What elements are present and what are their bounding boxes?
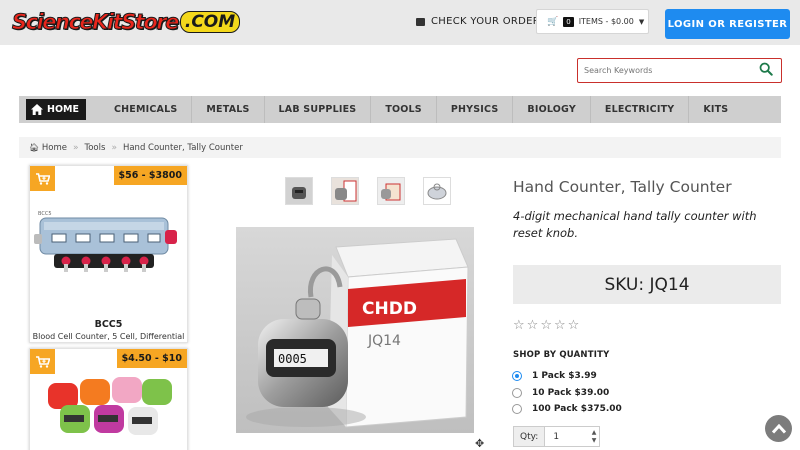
image-label: BCC5 (38, 211, 52, 217)
quantity-input[interactable]: 1 (545, 432, 589, 442)
quantity-spinner[interactable]: ▲ ▼ (589, 429, 599, 445)
search-input[interactable] (584, 66, 744, 75)
nav-item-chemicals[interactable]: CHEMICALS (100, 96, 193, 123)
product-subtitle: 4-digit mechanical hand tally counter wi… (513, 209, 757, 240)
rating-stars[interactable]: ☆ ☆ ☆ ☆ ☆ (513, 318, 579, 333)
cart-icon: 🛒 (547, 16, 559, 27)
breadcrumb-home-label: Home (41, 142, 67, 153)
breadcrumb-current: Hand Counter, Tally Counter (122, 142, 243, 153)
cart-label: ITEMS - $0.00 (578, 17, 634, 26)
add-to-cart-button[interactable] (30, 166, 55, 191)
logo-text: ScienceKitStore (12, 10, 180, 35)
product-card-description: Blood Cell Counter, 5 Cell, Differential (32, 332, 185, 341)
shop-by-quantity-heading: SHOP BY QUANTITY (513, 350, 610, 360)
quantity-stepper: Qty: 1 ▲ ▼ (513, 426, 600, 447)
breadcrumb-home[interactable]: 🏠︎ Home (29, 143, 67, 153)
star-icon[interactable]: ☆ (540, 318, 552, 333)
pack-option[interactable]: 10 Pack $39.00 (512, 388, 609, 398)
pack-option[interactable]: 100 Pack $375.00 (512, 404, 622, 414)
product-title: Hand Counter, Tally Counter (513, 178, 732, 196)
check-order-link[interactable]: CHECK YOUR ORDER (416, 16, 540, 27)
pack-option[interactable]: 1 Pack $3.99 (512, 371, 597, 381)
chevron-down-icon: ▼ (638, 17, 645, 26)
login-register-button[interactable]: LOGIN OR REGISTER (665, 9, 790, 39)
main-nav: HOME CHEMICALS METALS LAB SUPPLIES TOOLS… (19, 96, 781, 123)
cart-count-badge: 0 (563, 16, 574, 27)
nav-item-physics[interactable]: PHYSICS (437, 96, 514, 123)
chevron-up-icon (771, 423, 786, 434)
product-thumbnail[interactable] (377, 177, 405, 205)
cart-button[interactable]: 🛒 0 ITEMS - $0.00 ▼ (536, 9, 649, 34)
price-badge: $4.50 - $10 (116, 349, 187, 368)
breadcrumb-tools[interactable]: Tools (84, 143, 105, 153)
pack-option-radio[interactable] (512, 388, 522, 398)
nav-home[interactable]: HOME (26, 99, 86, 120)
counter-digits: 0005 (278, 352, 307, 366)
check-order-label: CHECK YOUR ORDER (431, 16, 541, 27)
box-brand-text: CHDD (362, 299, 417, 319)
search-icon[interactable] (759, 62, 773, 76)
nav-item-kits[interactable]: KITS (689, 96, 742, 123)
cart-plus-icon (35, 355, 50, 368)
pack-option-radio[interactable] (512, 371, 522, 381)
nav-item-tools[interactable]: TOOLS (371, 96, 437, 123)
breadcrumb-separator: » (72, 142, 79, 153)
nav-home-label: HOME (47, 104, 79, 115)
product-card-sku[interactable]: BCC5 (30, 319, 187, 330)
scroll-to-top-button[interactable] (765, 415, 792, 442)
star-icon[interactable]: ☆ (554, 318, 566, 333)
blood-cell-counter-image[interactable]: BCC5 (34, 206, 184, 280)
product-card[interactable]: $56 - $3800 BCC5 BCC5 Blood Cell Counter… (29, 165, 188, 343)
colored-tally-counters-image[interactable] (40, 371, 180, 450)
site-logo[interactable]: ScienceKitStore .COM (12, 9, 241, 35)
product-sku: SKU: JQ14 (513, 265, 781, 304)
pack-option-label: 1 Pack $3.99 (532, 371, 597, 381)
briefcase-icon (416, 17, 425, 26)
product-thumbnail[interactable] (331, 177, 359, 205)
search-bar (577, 58, 782, 83)
breadcrumb-separator: » (111, 142, 117, 153)
nav-item-electricity[interactable]: ELECTRICITY (591, 96, 690, 123)
main-product-image[interactable]: CHDD JQ14 0005 (236, 227, 474, 433)
nav-item-biology[interactable]: BIOLOGY (513, 96, 591, 123)
pack-option-radio[interactable] (512, 404, 522, 414)
cart-plus-icon (35, 172, 50, 185)
product-thumbnail[interactable] (285, 177, 313, 205)
star-icon[interactable]: ☆ (568, 318, 580, 333)
move-icon: ✥ (475, 437, 485, 450)
box-model-text: JQ14 (367, 333, 401, 349)
home-icon (31, 104, 43, 115)
pack-option-label: 100 Pack $375.00 (532, 404, 622, 414)
top-bar: ScienceKitStore .COM CHECK YOUR ORDER 🛒 … (0, 0, 800, 45)
quantity-label: Qty: (514, 427, 546, 446)
star-icon[interactable]: ☆ (513, 318, 525, 333)
logo-suffix: .COM (179, 11, 241, 33)
price-badge: $56 - $3800 (113, 166, 187, 185)
product-card[interactable]: $4.50 - $10 (29, 348, 188, 450)
nav-item-lab-supplies[interactable]: LAB SUPPLIES (265, 96, 372, 123)
star-icon[interactable]: ☆ (527, 318, 539, 333)
home-icon: 🏠︎ (29, 142, 40, 152)
pack-option-label: 10 Pack $39.00 (532, 388, 610, 398)
nav-item-metals[interactable]: METALS (192, 96, 265, 123)
product-thumbnail[interactable] (423, 177, 451, 205)
breadcrumb: 🏠︎ Home » Tools » Hand Counter, Tally Co… (19, 137, 781, 158)
